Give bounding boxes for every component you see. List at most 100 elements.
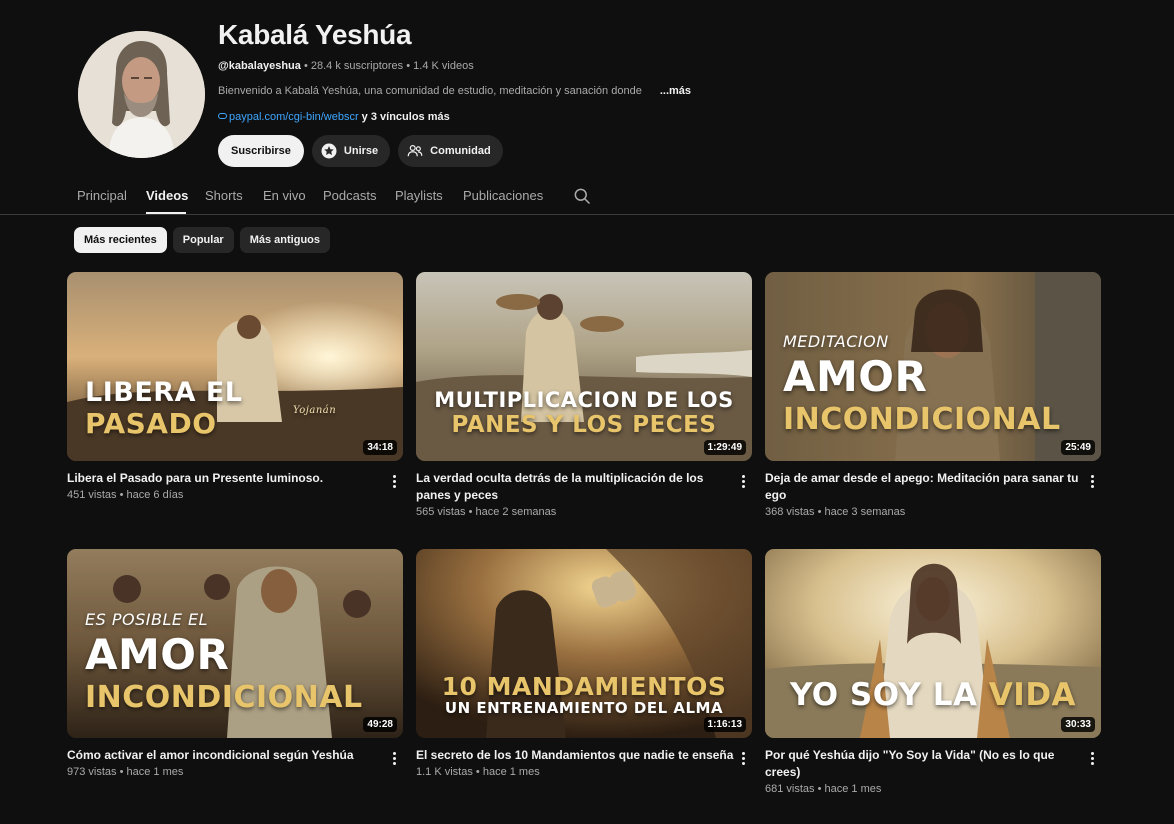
channel-avatar: [78, 31, 205, 158]
more-vert-icon[interactable]: [1085, 749, 1099, 767]
search-icon[interactable]: [572, 186, 592, 206]
channel-link-url[interactable]: paypal.com/cgi-bin/webscr: [229, 111, 359, 123]
upload-age: hace 6 días: [126, 489, 184, 501]
tab-publicaciones[interactable]: Publicaciones: [463, 188, 543, 203]
view-count: 565 vistas: [416, 506, 466, 518]
active-tab-indicator: [146, 212, 186, 214]
view-count: 681 vistas: [765, 783, 815, 795]
more-vert-icon[interactable]: [736, 749, 750, 767]
thumbnail-headline: MEDITACION: [783, 332, 889, 351]
thumbnail-headline: ES POSIBLE EL: [85, 610, 209, 629]
tab-shorts[interactable]: Shorts: [205, 188, 243, 203]
more-vert-icon[interactable]: [1085, 472, 1099, 490]
view-count: 451 vistas: [67, 489, 117, 501]
more-vert-icon[interactable]: [387, 749, 401, 767]
thumbnail-headline: PANES Y LOS PECES: [451, 412, 717, 438]
tab-en-vivo[interactable]: En vivo: [263, 188, 306, 203]
video-card[interactable]: YO SOY LA VIDA 30:33 Por qué Yeshúa dijo…: [765, 549, 1101, 795]
thumbnail-headline: AMOR: [783, 352, 928, 401]
more-links-button[interactable]: y 3 vínculos más: [359, 111, 450, 123]
video-title[interactable]: Por qué Yeshúa dijo "Yo Soy la Vida" (No…: [765, 747, 1083, 781]
link-icon: [218, 113, 227, 119]
description-more-link[interactable]: ...más: [660, 85, 691, 97]
video-thumbnail[interactable]: YO SOY LA VIDA 30:33: [765, 549, 1101, 738]
video-card[interactable]: ES POSIBLE EL AMOR INCONDICIONAL 49:28 C…: [67, 549, 403, 778]
video-thumbnail[interactable]: 10 MANDAMIENTOS UN ENTRENAMIENTO DEL ALM…: [416, 549, 752, 738]
meta-separator: •: [465, 506, 476, 518]
video-card[interactable]: MEDITACION AMOR INCONDICIONAL 25:49 Deja…: [765, 272, 1101, 518]
video-thumbnail[interactable]: MULTIPLICACION DE LOS PANES Y LOS PECES …: [416, 272, 752, 461]
tab-playlists[interactable]: Playlists: [395, 188, 443, 203]
thumbnail-headline: YO SOY LA: [789, 677, 978, 713]
video-duration: 1:16:13: [703, 717, 746, 732]
meta-separator: •: [472, 766, 483, 778]
more-vert-icon[interactable]: [387, 472, 401, 490]
join-button[interactable]: Unirse: [311, 135, 391, 167]
video-card[interactable]: MULTIPLICACION DE LOS PANES Y LOS PECES …: [416, 272, 752, 518]
video-title[interactable]: Libera el Pasado para un Presente lumino…: [67, 470, 385, 487]
meta-separator: •: [116, 489, 127, 501]
video-card[interactable]: LIBERA EL PASADO Yojanán 34:18 Libera el…: [67, 272, 403, 501]
upload-age: hace 2 semanas: [475, 506, 557, 518]
upload-age: hace 1 mes: [126, 766, 184, 778]
thumbnail-headline: INCONDICIONAL: [85, 680, 363, 715]
join-label: Unirse: [343, 145, 379, 157]
more-vert-icon[interactable]: [736, 472, 750, 490]
video-thumbnail[interactable]: ES POSIBLE EL AMOR INCONDICIONAL 49:28: [67, 549, 403, 738]
tab-videos[interactable]: Videos: [146, 188, 188, 203]
upload-age: hace 1 mes: [482, 766, 540, 778]
video-title[interactable]: Cómo activar el amor incondicional según…: [67, 747, 385, 764]
thumbnail-headline: AMOR: [85, 630, 230, 679]
video-meta: 681 vistas • hace 1 mes: [765, 783, 1101, 795]
thumbnail-headline: INCONDICIONAL: [783, 402, 1061, 437]
people-icon: [407, 145, 423, 157]
channel-actions: Suscribirse Unirse Comunidad: [218, 135, 503, 167]
meta-separator: •: [116, 766, 127, 778]
channel-links: paypal.com/cgi-bin/webscr y 3 vínculos m…: [218, 111, 450, 123]
video-title[interactable]: La verdad oculta detrás de la multiplica…: [416, 470, 734, 504]
thumbnail-headline: 10 MANDAMIENTOS: [441, 672, 727, 701]
thumbnail-signature: Yojanán: [293, 405, 337, 416]
video-meta: 368 vistas • hace 3 semanas: [765, 506, 1101, 518]
video-card[interactable]: 10 MANDAMIENTOS UN ENTRENAMIENTO DEL ALM…: [416, 549, 752, 778]
channel-description[interactable]: Bienvenido a Kabalá Yeshúa, una comunida…: [218, 85, 691, 97]
video-duration: 30:33: [1061, 717, 1095, 732]
video-meta: 451 vistas • hace 6 días: [67, 489, 403, 501]
meta-separator: •: [814, 783, 825, 795]
channel-meta: @kabalayeshua • 28.4 k suscriptores • 1.…: [218, 60, 474, 72]
community-button[interactable]: Comunidad: [398, 135, 503, 167]
meta-separator: •: [403, 60, 414, 72]
tab-principal[interactable]: Principal: [77, 188, 127, 203]
star-badge-icon: [321, 143, 337, 159]
chip-mas-antiguos[interactable]: Más antiguos: [239, 227, 331, 253]
video-duration: 1:29:49: [703, 440, 746, 455]
meta-separator: •: [814, 506, 825, 518]
video-meta: 973 vistas • hace 1 mes: [67, 766, 403, 778]
video-meta: 1.1 K vistas • hace 1 mes: [416, 766, 752, 778]
video-duration: 49:28: [363, 717, 397, 732]
avatar-portrait: [78, 31, 205, 158]
video-title[interactable]: El secreto de los 10 Mandamientos que na…: [416, 747, 734, 764]
video-meta: 565 vistas • hace 2 semanas: [416, 506, 752, 518]
sort-chips: Más recientes Popular Más antiguos: [74, 227, 331, 253]
description-text: Bienvenido a Kabalá Yeshúa, una comunida…: [218, 85, 642, 97]
chip-popular[interactable]: Popular: [172, 227, 234, 253]
channel-tabs: Principal Videos Shorts En vivo Podcasts…: [0, 178, 1174, 215]
video-duration: 25:49: [1061, 440, 1095, 455]
video-title[interactable]: Deja de amar desde el apego: Meditación …: [765, 470, 1083, 504]
view-count: 973 vistas: [67, 766, 117, 778]
video-thumbnail[interactable]: LIBERA EL PASADO Yojanán 34:18: [67, 272, 403, 461]
upload-age: hace 1 mes: [824, 783, 882, 795]
subscriber-count: 28.4 k suscriptores: [310, 60, 404, 72]
thumbnail-headline: UN ENTRENAMIENTO DEL ALMA: [444, 699, 724, 717]
thumbnail-headline: MULTIPLICACION DE LOS: [434, 388, 734, 412]
view-count: 1.1 K vistas: [416, 766, 473, 778]
upload-age: hace 3 semanas: [824, 506, 906, 518]
video-thumbnail[interactable]: MEDITACION AMOR INCONDICIONAL 25:49: [765, 272, 1101, 461]
thumbnail-headline-group: YO SOY LA VIDA: [765, 680, 1101, 711]
channel-handle: @kabalayeshua: [218, 60, 301, 72]
chip-mas-recientes[interactable]: Más recientes: [74, 227, 167, 253]
channel-name: Kabalá Yeshúa: [218, 19, 412, 50]
subscribe-button[interactable]: Suscribirse: [218, 135, 304, 167]
tab-podcasts[interactable]: Podcasts: [323, 188, 376, 203]
